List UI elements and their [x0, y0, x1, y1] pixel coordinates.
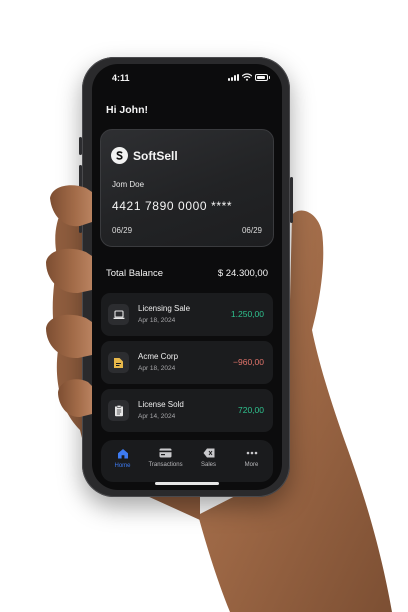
transaction-amount: 1.250,00	[230, 309, 264, 319]
tab-label: Sales	[200, 462, 216, 468]
transaction-row[interactable]: Licensing Sale Apr 18, 2024 1.250,00	[101, 293, 273, 336]
laptop-icon	[108, 304, 129, 325]
signal-icon	[228, 73, 239, 81]
tab-label: Home	[114, 463, 131, 469]
document-icon	[108, 400, 129, 421]
folder-icon	[108, 352, 129, 373]
transaction-title: Acme Corp	[138, 352, 179, 361]
phone-screen: 4:11 Hi John! SoftSell Jom Doe 4421 7890…	[92, 64, 282, 490]
brand-name: SoftSell	[133, 148, 178, 163]
battery-icon	[255, 73, 270, 81]
status-time: 4:11	[112, 73, 130, 83]
wifi-icon	[242, 73, 252, 81]
softsell-logo-icon	[111, 147, 128, 164]
card-expiry: 06/29	[112, 226, 133, 235]
tab-label: More	[244, 462, 259, 468]
card-number: 4421 7890 0000 ****	[112, 199, 233, 213]
transaction-date: Apr 14, 2024	[138, 413, 176, 420]
card-expiry-secondary: 06/29	[241, 226, 262, 235]
transaction-amount: 720,00	[238, 405, 264, 415]
home-icon	[117, 449, 128, 459]
transaction-title: License Sold	[138, 400, 184, 409]
transaction-date: Apr 18, 2024	[138, 365, 176, 372]
tab-label: Transactions	[148, 462, 183, 468]
payment-card[interactable]: SoftSell Jom Doe 4421 7890 0000 **** 06/…	[100, 129, 274, 247]
card-brand: SoftSell	[111, 147, 178, 164]
card-holder-name: Jom Doe	[112, 180, 145, 189]
transaction-row[interactable]: Acme Corp Apr 18, 2024 −960,00	[101, 341, 273, 384]
tab-sales[interactable]: Sales	[187, 440, 230, 482]
status-icons	[228, 73, 270, 81]
greeting: Hi John!	[106, 104, 148, 116]
tab-more[interactable]: More	[230, 440, 273, 482]
tab-transactions[interactable]: Transactions	[144, 440, 187, 482]
transaction-date: Apr 18, 2024	[138, 317, 176, 324]
card-icon	[159, 448, 172, 458]
transaction-title: Licensing Sale	[138, 304, 191, 313]
home-indicator	[155, 482, 219, 485]
tab-home[interactable]: Home	[101, 440, 144, 482]
more-icon	[246, 451, 257, 455]
total-balance-value: $ 24.300,00	[217, 268, 268, 279]
tag-icon	[203, 448, 214, 458]
transaction-amount: −960,00	[233, 357, 264, 367]
total-balance-label: Total Balance	[106, 268, 164, 279]
bottom-tab-bar: Home Transactions Sales More	[101, 440, 273, 482]
transaction-row[interactable]: License Sold Apr 14, 2024 720,00	[101, 389, 273, 432]
